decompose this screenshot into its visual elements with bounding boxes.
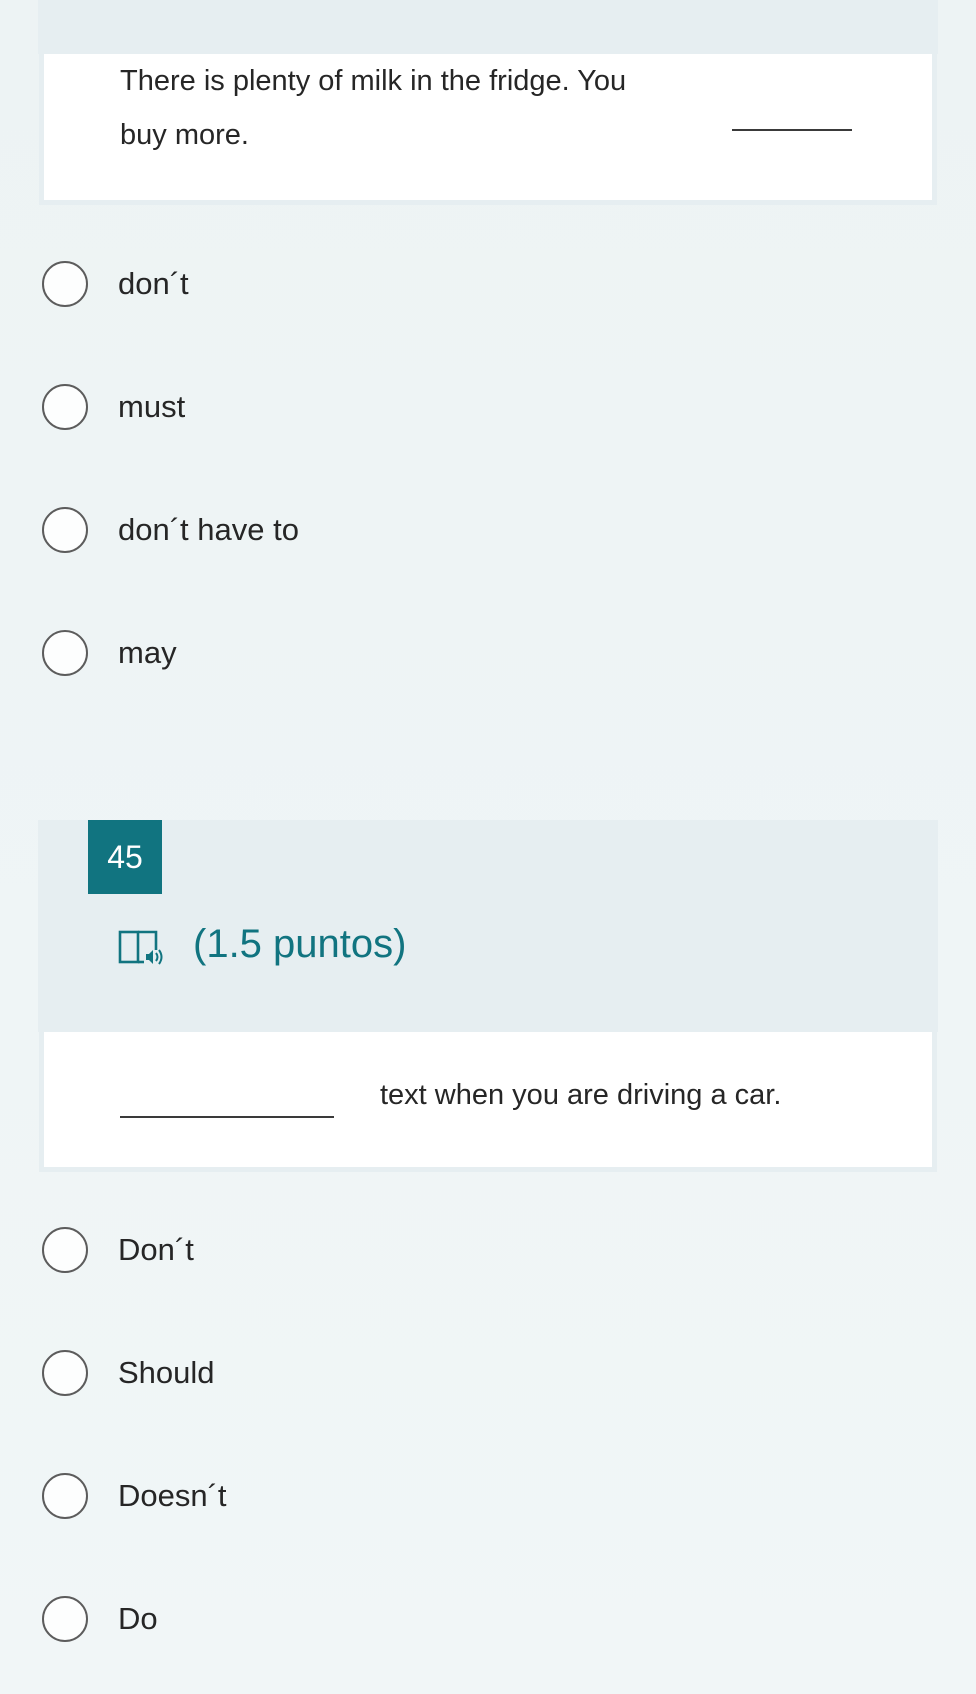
question-45-text: text when you are driving a car. — [380, 1079, 782, 1111]
question-45-blank — [120, 1116, 334, 1118]
radio-button-icon[interactable] — [42, 630, 88, 676]
question-44-text-line2: buy more. — [120, 119, 249, 151]
question-number-badge: 45 — [88, 820, 162, 894]
option-dont[interactable]: don´t — [42, 259, 642, 309]
radio-button-icon[interactable] — [42, 507, 88, 553]
radio-button-icon[interactable] — [42, 1350, 88, 1396]
option-label: may — [118, 635, 177, 670]
option-label: Do — [118, 1601, 158, 1636]
question-44-header-band — [38, 0, 938, 54]
radio-button-icon[interactable] — [42, 1227, 88, 1273]
question-45-points: (1.5 puntos) — [193, 922, 407, 966]
option-label: Should — [118, 1355, 215, 1390]
option-label: don´t have to — [118, 512, 299, 547]
option-may[interactable]: may — [42, 628, 642, 678]
radio-button-icon[interactable] — [42, 261, 88, 307]
question-44-text-line1: There is plenty of milk in the fridge. Y… — [120, 65, 627, 97]
option-do[interactable]: Do — [42, 1594, 642, 1644]
option-label: must — [118, 389, 186, 424]
question-45-header — [38, 820, 938, 1032]
question-44-blank — [732, 129, 852, 131]
radio-button-icon[interactable] — [42, 1596, 88, 1642]
option-dont-have-to[interactable]: don´t have to — [42, 505, 642, 555]
option-dont-capital[interactable]: Don´t — [42, 1225, 642, 1275]
option-must[interactable]: must — [42, 382, 642, 432]
option-doesnt[interactable]: Doesn´t — [42, 1471, 642, 1521]
option-should[interactable]: Should — [42, 1348, 642, 1398]
option-label: don´t — [118, 266, 189, 301]
option-label: Don´t — [118, 1232, 194, 1267]
immersive-reader-icon[interactable] — [118, 928, 166, 968]
radio-button-icon[interactable] — [42, 1473, 88, 1519]
radio-button-icon[interactable] — [42, 384, 88, 430]
question-44-card: There is plenty of milk in the fridge. Y… — [44, 54, 932, 200]
option-label: Doesn´t — [118, 1478, 227, 1513]
question-45-card: text when you are driving a car. — [44, 1032, 932, 1167]
